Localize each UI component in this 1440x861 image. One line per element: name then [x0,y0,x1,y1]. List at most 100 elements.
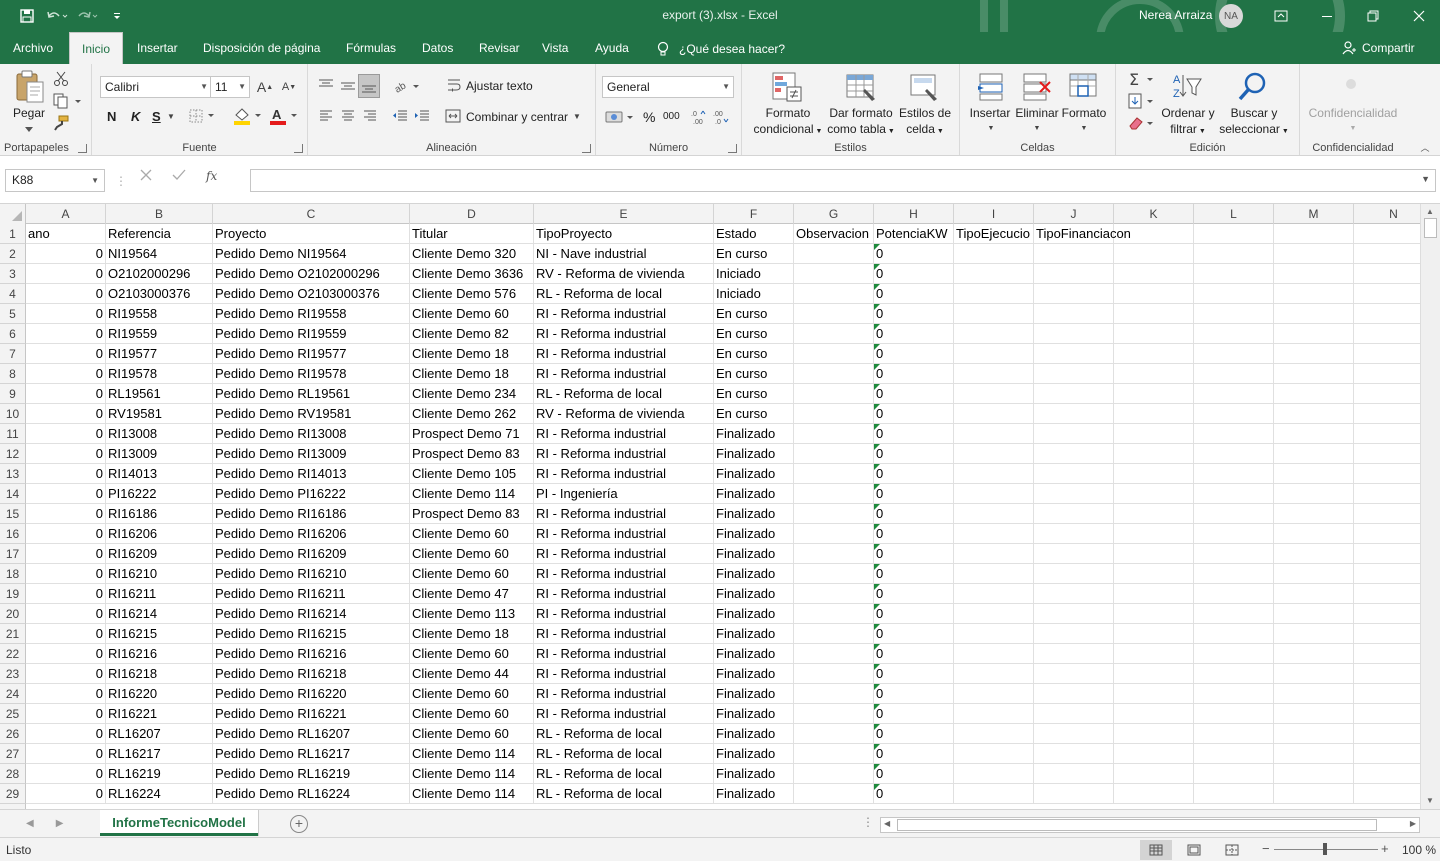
cell-l[interactable] [1194,384,1274,404]
increase-decimal-icon[interactable]: .0.00 [690,108,708,126]
cell-k[interactable] [1114,544,1194,564]
cell-n[interactable] [1354,504,1420,524]
cell-c[interactable]: Pedido Demo RL19561 [213,384,410,404]
delete-cells-button[interactable]: Eliminar [1012,105,1062,121]
cell-m[interactable] [1274,264,1354,284]
cell-e[interactable]: RI - Reforma industrial [534,464,714,484]
cell-d[interactable]: Cliente Demo 18 [410,364,534,384]
row-header[interactable]: 7 [0,344,26,364]
thousands-button[interactable]: 000 [663,111,680,122]
cell-f[interactable]: Finalizado [714,744,794,764]
cell-k[interactable] [1114,744,1194,764]
cell-k[interactable] [1114,684,1194,704]
cell-i[interactable] [954,324,1034,344]
cell-l[interactable] [1194,224,1274,244]
cell-k[interactable] [1114,384,1194,404]
cell-n[interactable] [1354,304,1420,324]
cell-m[interactable] [1274,504,1354,524]
user-name[interactable]: Nerea Arraiza [1139,8,1212,22]
cell-f[interactable]: Finalizado [714,504,794,524]
clipboard-launcher-icon[interactable] [78,144,87,153]
alignment-launcher-icon[interactable] [582,144,591,153]
cell-l[interactable] [1194,304,1274,324]
cell-a[interactable]: 0 [26,464,106,484]
cell-m[interactable] [1274,664,1354,684]
cell-h[interactable]: 0 [874,344,954,364]
cell-h[interactable]: 0 [874,364,954,384]
column-header-l[interactable]: L [1194,204,1274,224]
cell-c[interactable]: Pedido Demo RI16218 [213,664,410,684]
row-header[interactable]: 1 [0,224,26,244]
cell-n[interactable] [1354,764,1420,784]
cell-i[interactable] [954,764,1034,784]
tab-insertar[interactable]: Insertar [137,32,178,64]
cell-h[interactable]: 0 [874,484,954,504]
cell-e[interactable]: TipoProyecto [534,224,714,244]
row-header[interactable]: 24 [0,684,26,704]
row-header[interactable]: 6 [0,324,26,344]
cell-b[interactable]: RI19577 [106,344,213,364]
cell-b[interactable]: PI16222 [106,484,213,504]
cell-l[interactable] [1194,404,1274,424]
column-header-e[interactable]: E [534,204,714,224]
decrease-decimal-icon[interactable]: .00.0 [712,108,730,126]
font-size-combo[interactable]: 11 ▼ [210,76,250,98]
column-header-h[interactable]: H [874,204,954,224]
cell-n[interactable] [1354,224,1420,244]
cell-a[interactable]: 0 [26,324,106,344]
cell-b[interactable]: RI16221 [106,704,213,724]
cell-j[interactable] [1034,404,1114,424]
column-header-j[interactable]: J [1034,204,1114,224]
cell-f[interactable]: Finalizado [714,684,794,704]
cell-g[interactable] [794,284,874,304]
cell-a[interactable]: 0 [26,544,106,564]
format-cells-button[interactable]: Formato [1058,105,1110,121]
align-top-icon[interactable] [316,76,336,96]
cell-j[interactable]: TipoFinanciacon [1034,224,1131,244]
cell-h[interactable]: 0 [874,564,954,584]
number-launcher-icon[interactable] [728,144,737,153]
cell-e[interactable]: RL - Reforma de local [534,744,714,764]
cell-k[interactable] [1114,524,1194,544]
cell-f[interactable]: Finalizado [714,764,794,784]
cell-h[interactable]: 0 [874,624,954,644]
underline-dropdown-icon[interactable]: ▼ [166,110,176,122]
cell-e[interactable]: RI - Reforma industrial [534,424,714,444]
cell-g[interactable] [794,644,874,664]
cell-j[interactable] [1034,624,1114,644]
cell-c[interactable]: Pedido Demo RI19577 [213,344,410,364]
cell-n[interactable] [1354,464,1420,484]
cell-e[interactable]: RI - Reforma industrial [534,624,714,644]
column-header-m[interactable]: M [1274,204,1354,224]
cell-i[interactable] [954,364,1034,384]
cell-n[interactable] [1354,404,1420,424]
add-sheet-icon[interactable]: + [290,815,308,833]
cell-l[interactable] [1194,264,1274,284]
cell-n[interactable] [1354,644,1420,664]
cell-d[interactable]: Cliente Demo 60 [410,564,534,584]
cell-g[interactable] [794,384,874,404]
cell-e[interactable]: RI - Reforma industrial [534,644,714,664]
cell-k[interactable] [1114,324,1194,344]
cell-n[interactable] [1354,424,1420,444]
cell-m[interactable] [1274,464,1354,484]
cell-d[interactable]: Cliente Demo 262 [410,404,534,424]
cell-k[interactable] [1114,244,1194,264]
merge-center-icon[interactable] [444,108,462,124]
cell-d[interactable]: Cliente Demo 60 [410,544,534,564]
cell-j[interactable] [1034,584,1114,604]
tab-inicio[interactable]: Inicio [69,32,124,64]
cell-n[interactable] [1354,624,1420,644]
cell-i[interactable] [954,304,1034,324]
cell-c[interactable]: Pedido Demo RV19581 [213,404,410,424]
cell-j[interactable] [1034,304,1114,324]
cell-n[interactable] [1354,484,1420,504]
cell-k[interactable] [1114,264,1194,284]
cell-c[interactable]: Pedido Demo RI19578 [213,364,410,384]
decrease-indent-icon[interactable] [390,106,410,126]
cell-n[interactable] [1354,324,1420,344]
cell-f[interactable]: Finalizado [714,424,794,444]
cell-h[interactable]: 0 [874,304,954,324]
row-header[interactable]: 28 [0,764,26,784]
cell-j[interactable] [1034,704,1114,724]
